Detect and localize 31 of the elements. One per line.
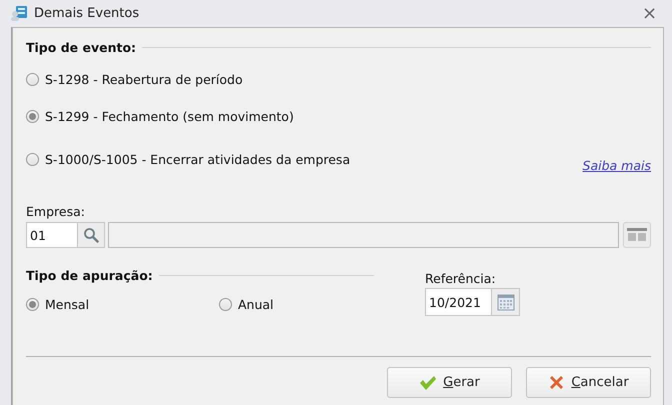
window-icon (10, 5, 28, 22)
check-icon (419, 374, 438, 390)
group-title: Tipo de evento: (26, 40, 136, 55)
learn-more-link[interactable]: Saiba mais (582, 158, 651, 173)
field-label: Empresa: (26, 205, 86, 219)
calendar-icon (496, 293, 514, 311)
radio-label: Mensal (45, 297, 90, 312)
cancel-button[interactable]: Cancelar (526, 367, 651, 398)
radio-label: S-1000/S-1005 - Encerrar atividades da empresa (45, 152, 350, 167)
radio-button[interactable] (26, 153, 39, 166)
radio-button[interactable] (219, 298, 232, 311)
radio-label: S-1299 - Fechamento (sem movimento) (45, 109, 294, 124)
cross-icon (548, 374, 566, 391)
search-icon (83, 227, 99, 243)
table-button[interactable] (623, 222, 651, 248)
generate-button[interactable]: Gerar (387, 367, 512, 398)
window-title: Demais Eventos (34, 6, 140, 21)
group-title: Tipo de apuração: (26, 268, 153, 283)
radio-label: S-1298 - Reabertura de período (45, 72, 243, 87)
search-button[interactable] (78, 222, 105, 248)
calendar-button[interactable] (492, 288, 520, 316)
close-button[interactable]: × (642, 6, 656, 20)
field-label: Referência: (425, 271, 497, 286)
reference-field[interactable]: 10/2021 (425, 288, 492, 316)
radio-button[interactable] (26, 298, 39, 311)
table-icon (627, 228, 647, 242)
radio-button[interactable] (26, 73, 39, 86)
company-code-field[interactable]: 01 (26, 222, 78, 248)
radio-label: Anual (238, 297, 274, 312)
company-name-field[interactable] (108, 222, 619, 248)
radio-button[interactable] (26, 110, 39, 123)
